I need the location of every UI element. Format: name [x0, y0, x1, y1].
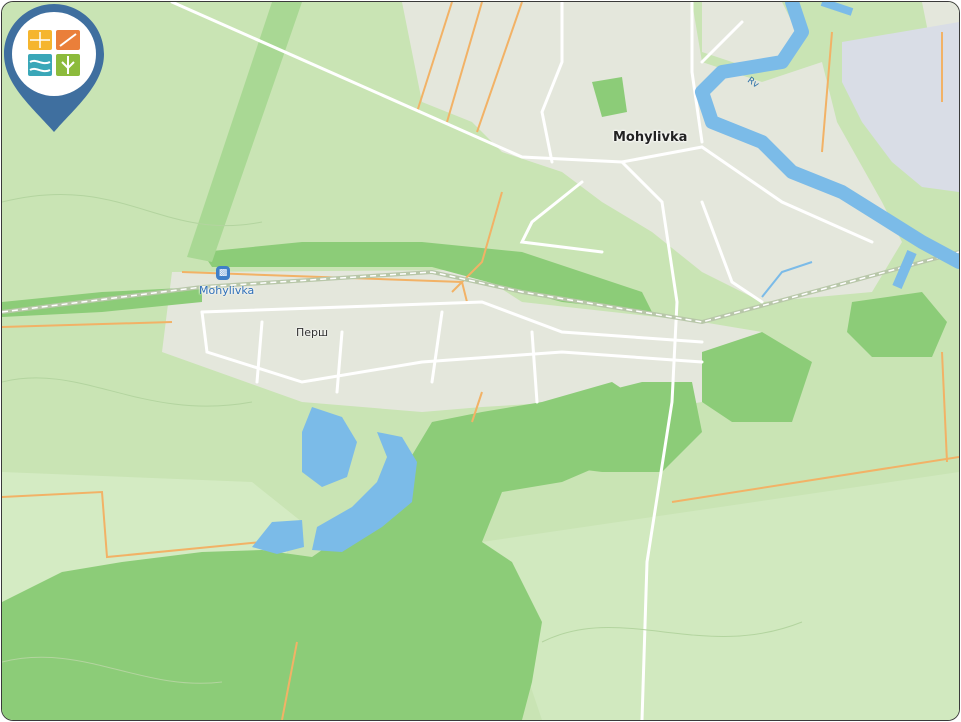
map-viewport[interactable]: Mohylivka ▩ Mohylivka Перш Rv [1, 1, 960, 721]
location-pin-icon[interactable] [2, 2, 106, 134]
train-station-icon[interactable]: ▩ [216, 266, 230, 280]
street-label: Перш [296, 326, 329, 339]
map-canvas[interactable] [2, 2, 959, 720]
town-label: Mohylivka [613, 130, 688, 145]
station-label[interactable]: Mohylivka [199, 284, 254, 297]
